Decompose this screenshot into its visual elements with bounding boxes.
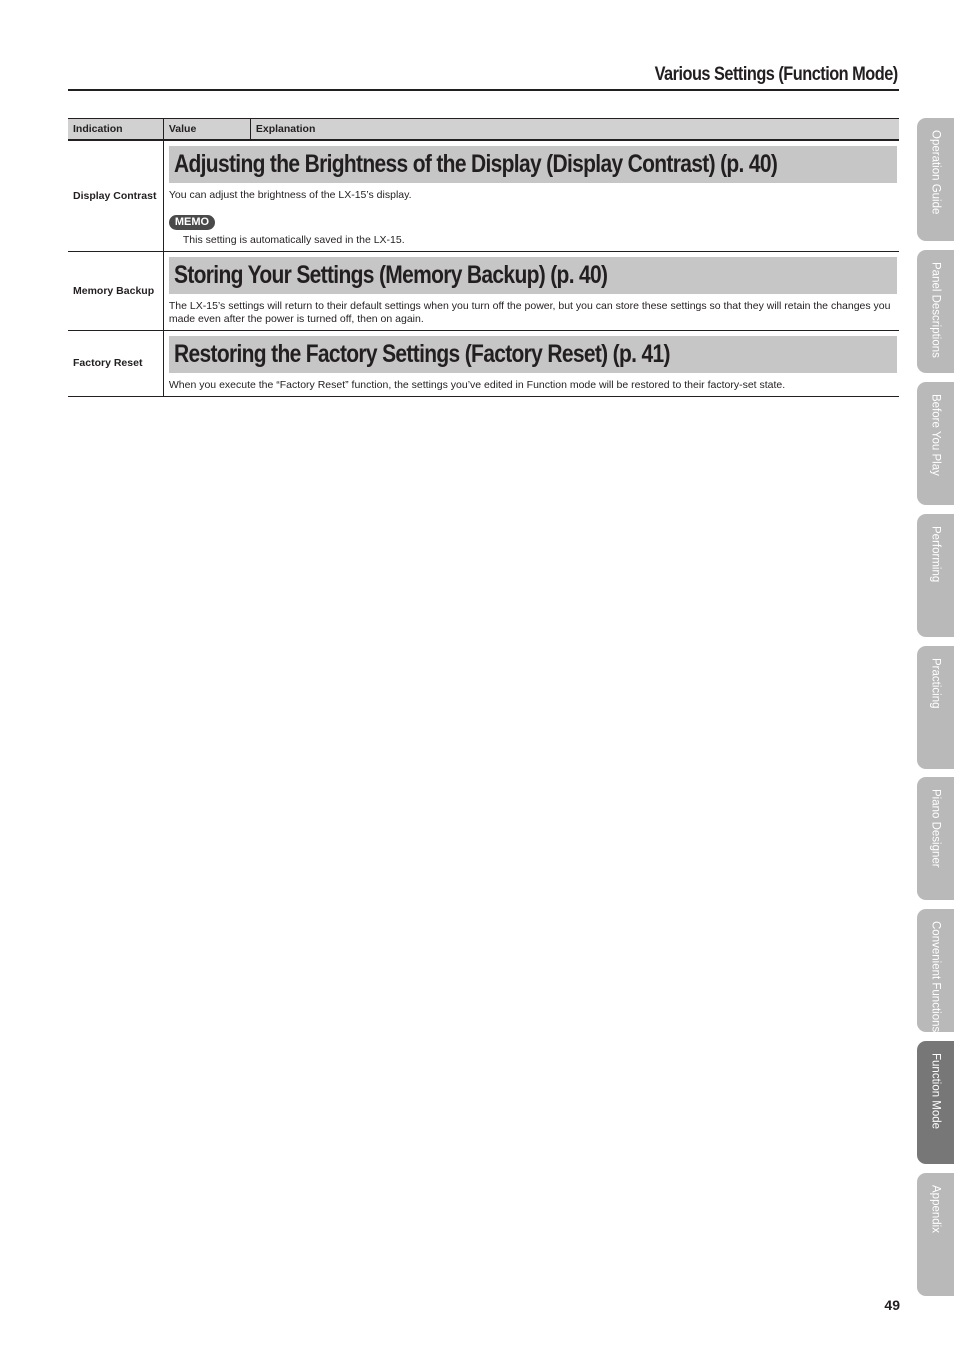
explanation-cell: Restoring the Factory Settings (Factory … bbox=[162, 330, 899, 397]
indication-cell: Factory Reset bbox=[68, 330, 164, 397]
section-heading-text: Storing Your Settings (Memory Backup) (p… bbox=[173, 260, 608, 289]
section-title: Various Settings (Function Mode) bbox=[654, 64, 899, 85]
tab-piano-designer[interactable]: Piano Designer bbox=[917, 777, 954, 900]
tab-convenient-functions[interactable]: Convenient Functions bbox=[917, 909, 954, 1032]
section-heading-text: Restoring the Factory Settings (Factory … bbox=[173, 339, 670, 368]
tab-label: Panel Descriptions bbox=[929, 262, 942, 358]
settings-table: Indication Value Explanation Display Con… bbox=[68, 118, 899, 397]
explanation-cell: Adjusting the Brightness of the Display … bbox=[162, 140, 899, 252]
explanation-cell: Storing Your Settings (Memory Backup) (p… bbox=[162, 251, 899, 331]
tab-function-mode[interactable]: Function Mode bbox=[917, 1041, 954, 1164]
header-rule bbox=[68, 89, 899, 91]
tab-label: Practicing bbox=[929, 658, 942, 709]
tab-label: Operation Guide bbox=[929, 130, 942, 215]
section-heading: Storing Your Settings (Memory Backup) (p… bbox=[168, 256, 897, 294]
memo-text: This setting is automatically saved in t… bbox=[182, 234, 405, 246]
tab-panel-descriptions[interactable]: Panel Descriptions bbox=[917, 250, 954, 373]
section-heading: Restoring the Factory Settings (Factory … bbox=[168, 335, 897, 373]
table-header-row: Indication Value Explanation bbox=[68, 118, 899, 141]
description-text: You can adjust the brightness of the LX-… bbox=[168, 189, 412, 201]
tab-label: Piano Designer bbox=[929, 789, 942, 868]
tab-label: Appendix bbox=[929, 1185, 942, 1233]
tab-operation-guide[interactable]: Operation Guide bbox=[917, 118, 954, 241]
column-header-value: Value bbox=[162, 118, 251, 141]
tab-label: Performing bbox=[929, 526, 942, 583]
tab-before-you-play[interactable]: Before You Play bbox=[917, 382, 954, 505]
indication-cell: Display Contrast bbox=[68, 140, 164, 252]
indication-cell: Memory Backup bbox=[68, 251, 164, 331]
memo-badge: MEMO bbox=[168, 215, 216, 230]
tab-practicing[interactable]: Practicing bbox=[917, 646, 954, 769]
description-text: The LX-15’s settings will return to thei… bbox=[168, 299, 891, 325]
page-number: 49 bbox=[884, 1297, 900, 1313]
tab-label: Before You Play bbox=[929, 394, 942, 476]
description-text: When you execute the “Factory Reset” fun… bbox=[168, 378, 786, 391]
tab-performing[interactable]: Performing bbox=[917, 514, 954, 637]
tab-appendix[interactable]: Appendix bbox=[917, 1173, 954, 1296]
table-row: Display Contrast Adjusting the Brightnes… bbox=[68, 140, 899, 252]
section-heading-text: Adjusting the Brightness of the Display … bbox=[173, 150, 778, 178]
tab-label: Convenient Functions bbox=[929, 921, 942, 1033]
column-header-indication: Indication bbox=[68, 118, 164, 141]
column-header-explanation: Explanation bbox=[249, 118, 899, 141]
section-heading: Adjusting the Brightness of the Display … bbox=[168, 146, 897, 183]
table-row: Factory Reset Restoring the Factory Sett… bbox=[68, 330, 899, 397]
table-row: Memory Backup Storing Your Settings (Mem… bbox=[68, 251, 899, 331]
tab-label: Function Mode bbox=[929, 1053, 942, 1130]
